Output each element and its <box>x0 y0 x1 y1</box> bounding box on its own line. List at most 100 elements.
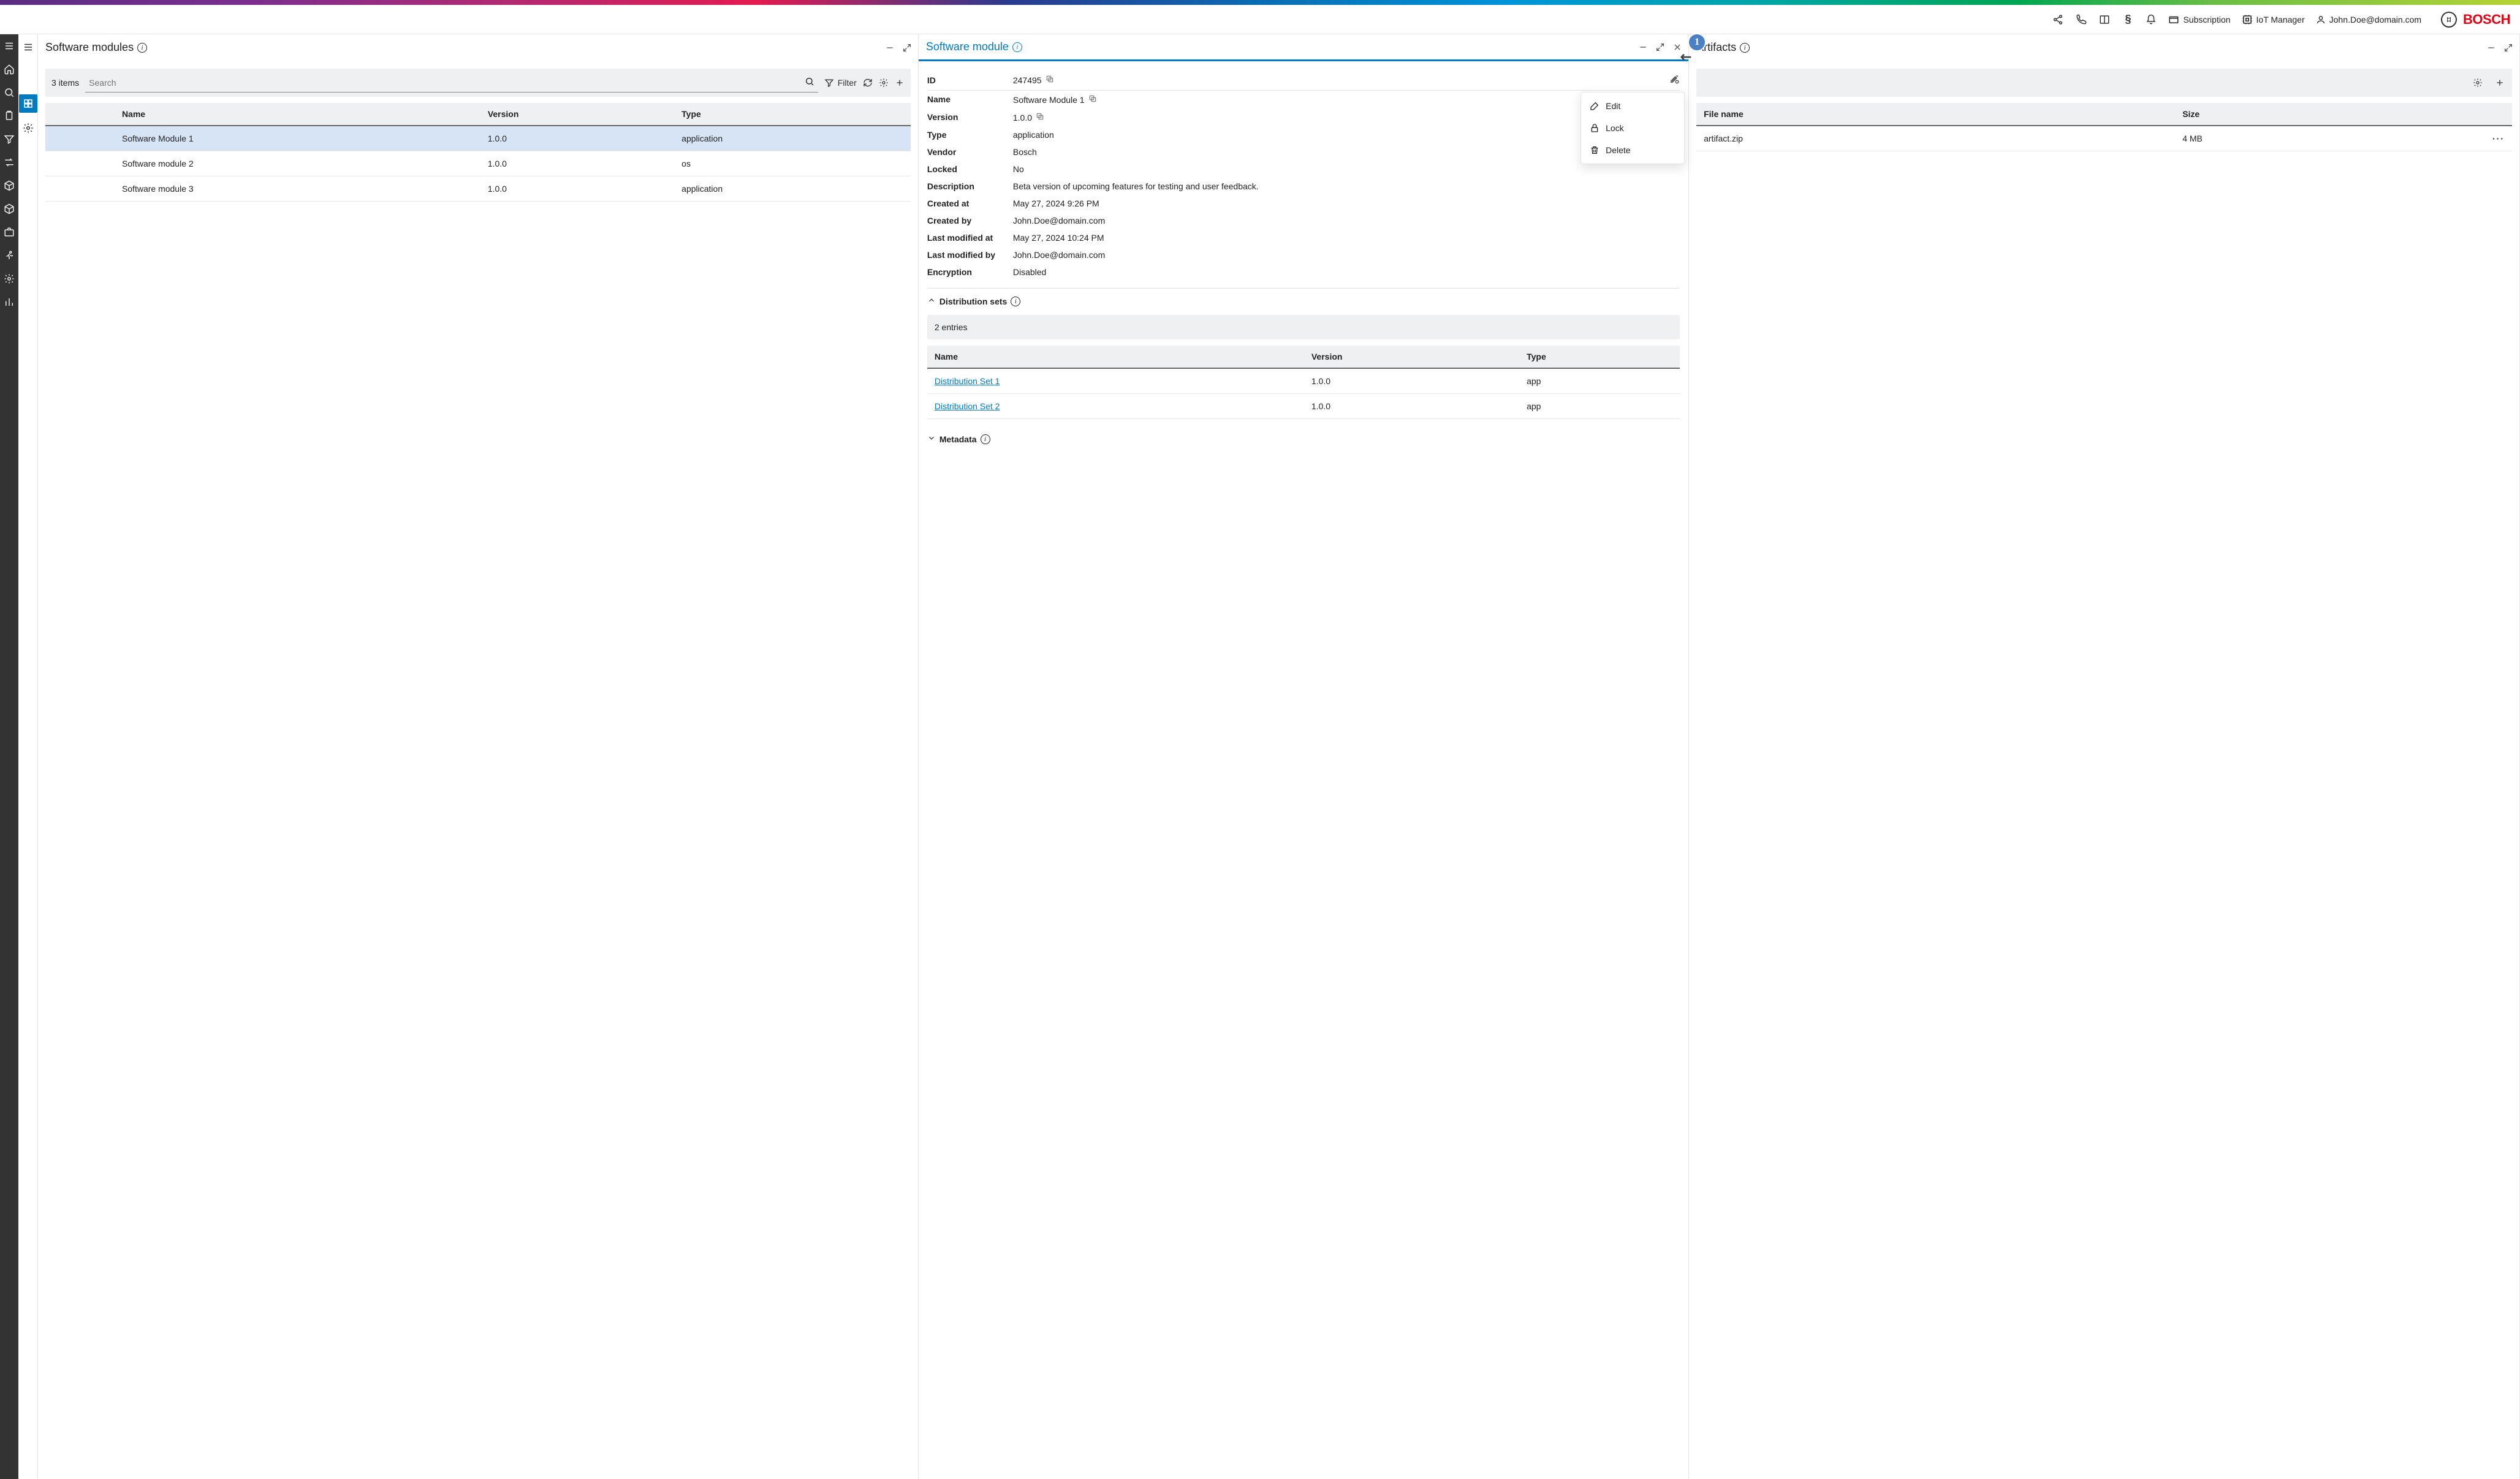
distribution-table: Name Version Type Distribution Set 11.0.… <box>927 346 1680 419</box>
minimize-icon[interactable] <box>2486 43 2496 53</box>
sub-rail-gear-icon[interactable] <box>19 119 37 137</box>
settings-button[interactable] <box>879 78 889 88</box>
filter-button[interactable]: Filter <box>824 78 857 88</box>
cube2-icon[interactable] <box>4 203 15 214</box>
gear-nav-icon[interactable] <box>4 273 15 284</box>
distribution-link[interactable]: Distribution Set 1 <box>935 376 1000 386</box>
info-icon[interactable]: i <box>137 43 147 53</box>
clipboard-icon[interactable] <box>4 110 15 121</box>
user-menu[interactable]: John.Doe@domain.com <box>2316 15 2421 25</box>
filter-nav-icon[interactable] <box>4 134 15 145</box>
expand-icon[interactable] <box>1655 42 1665 52</box>
cell-file: artifact.zip <box>1696 126 2175 151</box>
cell-name: Software module 3 <box>115 176 480 202</box>
bars-icon[interactable] <box>4 297 15 308</box>
header-bar: § Subscription IoT Manager John.Doe@doma… <box>0 5 2520 34</box>
info-icon[interactable]: i <box>981 434 990 444</box>
refresh-button[interactable] <box>863 78 873 88</box>
menu-delete[interactable]: Delete <box>1581 139 1684 161</box>
modules-table: Name Version Type Software Module 11.0.0… <box>45 103 911 202</box>
running-icon[interactable] <box>4 250 15 261</box>
menu-lock[interactable]: Lock <box>1581 117 1684 139</box>
col-name[interactable]: Name <box>115 103 480 126</box>
locked-label: Locked <box>927 164 1013 174</box>
distribution-sets-title: Distribution sets <box>939 297 1007 306</box>
ds-col-name[interactable]: Name <box>927 346 1304 368</box>
home-icon[interactable] <box>4 64 15 75</box>
cube-icon[interactable] <box>4 180 15 191</box>
filter-label: Filter <box>838 78 857 88</box>
book-icon[interactable] <box>2098 13 2111 26</box>
distribution-sets-header[interactable]: Distribution sets i <box>927 288 1680 311</box>
vendor-label: Vendor <box>927 147 1013 157</box>
tools-icon[interactable] <box>1669 74 1680 86</box>
add-button[interactable] <box>895 78 905 88</box>
copy-name-icon[interactable] <box>1088 95 1097 105</box>
minimize-icon[interactable] <box>1638 42 1648 52</box>
id-value: 247495 <box>1013 75 1042 85</box>
created-by-value: John.Doe@domain.com <box>1013 216 1680 225</box>
sub-rail-hamburger-icon[interactable] <box>19 38 37 56</box>
last-modified-at-label: Last modified at <box>927 233 1013 243</box>
artifact-add-button[interactable] <box>2495 78 2505 88</box>
close-icon[interactable] <box>1672 42 1682 52</box>
minimize-icon[interactable] <box>885 43 895 53</box>
flow-icon[interactable] <box>4 157 15 168</box>
menu-edit[interactable]: Edit <box>1581 95 1684 117</box>
encryption-label: Encryption <box>927 267 1013 277</box>
ds-col-type[interactable]: Type <box>1519 346 1680 368</box>
created-at-label: Created at <box>927 199 1013 208</box>
cell-type: app <box>1519 368 1680 394</box>
cell-name: Software Module 1 <box>115 126 480 151</box>
copy-version-icon[interactable] <box>1036 113 1044 123</box>
type-label: Type <box>927 130 1013 140</box>
artifacts-panel: 1 ↙ Artifacts i <box>1689 34 2520 1479</box>
metadata-header[interactable]: Metadata i <box>927 426 1680 449</box>
cell-version: 1.0.0 <box>480 176 674 202</box>
description-label: Description <box>927 181 1013 191</box>
ds-col-version[interactable]: Version <box>1304 346 1519 368</box>
expand-icon[interactable] <box>902 43 912 53</box>
table-row[interactable]: Software Module 11.0.0application <box>45 126 911 151</box>
copy-id-icon[interactable] <box>1046 75 1054 85</box>
bell-icon[interactable] <box>2145 13 2157 26</box>
table-row[interactable]: Software module 31.0.0application <box>45 176 911 202</box>
panel-title: Software modules i <box>45 41 147 54</box>
section-icon[interactable]: § <box>2122 13 2134 26</box>
sub-rail-grid-icon[interactable] <box>19 94 37 113</box>
software-module-detail-panel: Software module i ID 247495 <box>919 34 1689 1479</box>
info-icon[interactable]: i <box>1740 43 1750 53</box>
software-modules-panel: Software modules i 3 items <box>38 34 919 1479</box>
bosch-wordmark: BOSCH <box>2463 12 2510 28</box>
table-row[interactable]: Distribution Set 21.0.0app <box>927 394 1680 419</box>
info-icon[interactable]: i <box>1012 42 1022 52</box>
search-nav-icon[interactable] <box>4 87 15 98</box>
id-label: ID <box>927 75 1013 85</box>
subscription-label: Subscription <box>2183 15 2230 25</box>
search-input[interactable] <box>89 78 805 88</box>
cell-name: Software module 2 <box>115 151 480 176</box>
col-size[interactable]: Size <box>2175 103 2481 126</box>
search-icon[interactable] <box>805 77 814 88</box>
briefcase-icon[interactable] <box>4 227 15 238</box>
expand-icon[interactable] <box>2503 43 2513 53</box>
subscription-link[interactable]: Subscription <box>2168 14 2230 25</box>
version-value: 1.0.0 <box>1013 113 1032 123</box>
col-type[interactable]: Type <box>674 103 911 126</box>
search-wrap <box>85 73 818 93</box>
menu-lock-label: Lock <box>1606 123 1624 133</box>
col-version[interactable]: Version <box>480 103 674 126</box>
menu-edit-label: Edit <box>1606 101 1620 111</box>
table-row[interactable]: Distribution Set 11.0.0app <box>927 368 1680 394</box>
menu-icon[interactable] <box>4 40 15 51</box>
row-more-icon[interactable]: ··· <box>2492 134 2505 143</box>
share-icon[interactable] <box>2052 13 2064 26</box>
artifact-settings-button[interactable] <box>2473 78 2483 88</box>
distribution-link[interactable]: Distribution Set 2 <box>935 401 1000 411</box>
col-file[interactable]: File name <box>1696 103 2175 126</box>
iot-manager-link[interactable]: IoT Manager <box>2242 14 2305 25</box>
table-row[interactable]: Software module 21.0.0os <box>45 151 911 176</box>
phone-icon[interactable] <box>2075 13 2087 26</box>
info-icon[interactable]: i <box>1011 297 1020 306</box>
table-row[interactable]: artifact.zip4 MB··· <box>1696 126 2512 151</box>
